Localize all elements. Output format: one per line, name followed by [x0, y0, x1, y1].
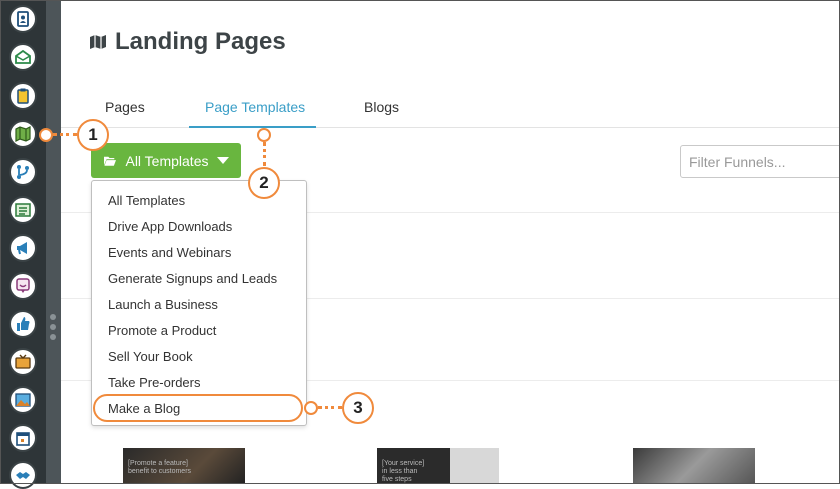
grip-dot — [50, 324, 56, 330]
grip-dot — [50, 314, 56, 320]
template-thumbnail[interactable]: [Promote a feature] benefit to customers — [123, 448, 245, 484]
email-icon[interactable] — [9, 43, 37, 71]
sidebar-resize-handle[interactable] — [46, 0, 61, 484]
callout-1-connector — [53, 133, 77, 136]
folder-open-icon — [104, 156, 117, 166]
tab-pages[interactable]: Pages — [105, 99, 145, 115]
thumbnail-caption: [Your service] in less than five steps — [382, 460, 425, 483]
chat-icon[interactable] — [9, 272, 37, 300]
menu-item-all-templates[interactable]: All Templates — [108, 193, 185, 208]
tab-blogs[interactable]: Blogs — [364, 99, 399, 115]
thumbnail-caption — [633, 448, 755, 460]
all-templates-label: All Templates — [125, 152, 209, 169]
filter-funnels-input[interactable] — [680, 145, 840, 178]
callout-2-connector — [263, 142, 266, 166]
calendar-icon[interactable] — [9, 424, 37, 452]
callout-3-target — [304, 401, 318, 415]
callout-2: 2 — [248, 167, 280, 199]
template-thumbnail[interactable]: [Your service] in less than five steps — [377, 448, 499, 484]
templates-dropdown-menu: All Templates Drive App Downloads Events… — [91, 180, 307, 426]
list-icon[interactable] — [9, 196, 37, 224]
menu-item-promote-a-product[interactable]: Promote a Product — [108, 323, 216, 338]
callout-3-connector — [318, 406, 342, 409]
menu-item-drive-app-downloads[interactable]: Drive App Downloads — [108, 219, 232, 234]
menu-item-sell-your-book[interactable]: Sell Your Book — [108, 349, 193, 364]
template-thumbnail[interactable] — [633, 448, 755, 484]
callout-1: 1 — [77, 119, 109, 151]
tabs-divider — [61, 127, 840, 128]
tab-page-templates[interactable]: Page Templates — [205, 99, 305, 115]
menu-item-generate-signups[interactable]: Generate Signups and Leads — [108, 271, 277, 286]
all-templates-button[interactable]: All Templates — [91, 143, 241, 178]
callout-1-target — [39, 128, 53, 142]
image-icon[interactable] — [9, 386, 37, 414]
clipboard-icon[interactable] — [9, 82, 37, 110]
map-icon[interactable] — [9, 120, 37, 148]
map-icon — [90, 35, 106, 49]
menu-item-take-pre-orders[interactable]: Take Pre-orders — [108, 375, 200, 390]
active-tab-indicator — [189, 126, 316, 128]
menu-item-events-and-webinars[interactable]: Events and Webinars — [108, 245, 231, 260]
megaphone-icon[interactable] — [9, 234, 37, 262]
thumbs-up-icon[interactable] — [9, 310, 37, 338]
grip-dot — [50, 334, 56, 340]
make-a-blog-highlight — [93, 394, 303, 422]
page-title-text: Landing Pages — [115, 28, 286, 55]
page-title: Landing Pages — [89, 28, 286, 56]
tv-icon[interactable] — [9, 348, 37, 376]
thumbnail-caption: [Promote a feature] benefit to customers — [128, 460, 192, 475]
menu-item-launch-a-business[interactable]: Launch a Business — [108, 297, 218, 312]
contacts-icon[interactable] — [9, 5, 37, 33]
callout-2-target — [257, 128, 271, 142]
caret-down-icon — [216, 157, 229, 164]
app-sidebar — [0, 0, 46, 489]
callout-3: 3 — [342, 392, 374, 424]
handshake-icon[interactable] — [9, 461, 37, 489]
branch-icon[interactable] — [9, 158, 37, 186]
